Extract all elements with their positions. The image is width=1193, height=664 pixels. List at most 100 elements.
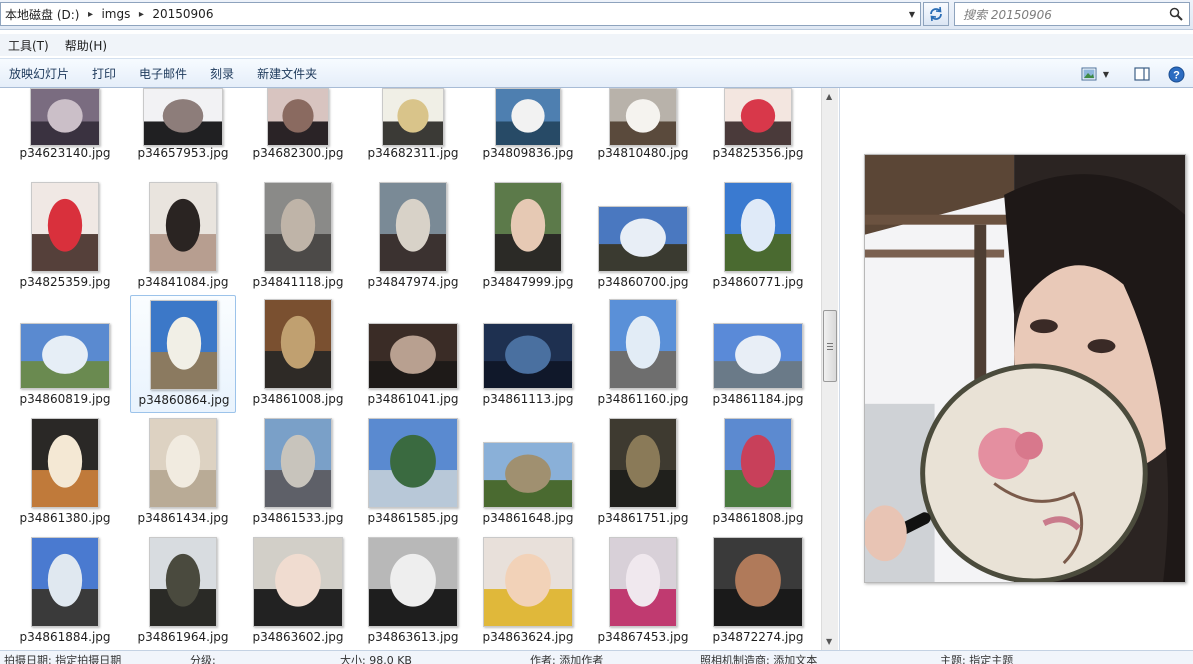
file-tile[interactable]: p34860771.jpg [705, 178, 811, 296]
file-thumbnail[interactable] [253, 537, 343, 627]
breadcrumb-folder[interactable]: 20150906 [152, 7, 213, 21]
file-name: p34623140.jpg [19, 146, 111, 160]
file-tile[interactable]: p34861533.jpg [245, 414, 351, 532]
breadcrumb-arrow-icon[interactable]: ▸ [130, 9, 152, 20]
file-thumbnail[interactable] [713, 537, 803, 627]
file-tile[interactable]: p34861751.jpg [590, 414, 696, 532]
file-name: p34861380.jpg [19, 511, 111, 525]
scroll-up-icon[interactable]: ▲ [826, 92, 832, 101]
file-tile[interactable]: p34863624.jpg [475, 533, 581, 650]
file-thumbnail[interactable] [31, 418, 99, 508]
email-button[interactable]: 电子邮件 [130, 65, 201, 82]
scroll-down-icon[interactable]: ▼ [826, 637, 832, 646]
file-thumbnail[interactable] [483, 442, 573, 508]
file-thumbnail[interactable] [724, 182, 792, 272]
file-thumbnail[interactable] [31, 537, 99, 627]
file-tile[interactable]: p34861160.jpg [590, 295, 696, 413]
search-icon[interactable] [1169, 7, 1183, 21]
file-tile[interactable]: p34861041.jpg [360, 295, 466, 413]
file-tile[interactable]: p34847999.jpg [475, 178, 581, 296]
burn-button[interactable]: 刻录 [201, 65, 248, 82]
file-thumbnail[interactable] [598, 206, 688, 272]
print-button[interactable]: 打印 [83, 65, 130, 82]
file-thumbnail[interactable] [379, 182, 447, 272]
file-tile[interactable]: p34847974.jpg [360, 178, 466, 296]
file-thumbnail[interactable] [264, 418, 332, 508]
file-thumbnail[interactable] [150, 300, 218, 390]
file-thumbnail[interactable] [264, 299, 332, 389]
status-rating[interactable]: 分级: [190, 652, 216, 664]
menu-tools[interactable]: 工具(T) [0, 37, 57, 54]
file-tile[interactable]: p34861808.jpg [705, 414, 811, 532]
scrollbar-thumb[interactable] [823, 310, 837, 382]
file-thumbnail[interactable] [149, 418, 217, 508]
file-thumbnail[interactable] [267, 88, 329, 146]
file-tile[interactable]: p34861380.jpg [12, 414, 118, 532]
file-thumbnail[interactable] [31, 182, 99, 272]
file-tile[interactable]: p34860700.jpg [590, 178, 696, 296]
file-thumbnail[interactable] [368, 418, 458, 508]
refresh-button[interactable] [923, 2, 949, 26]
file-thumbnail[interactable] [494, 182, 562, 272]
file-thumbnail[interactable] [20, 323, 110, 389]
status-author[interactable]: 作者: 添加作者 [530, 652, 603, 664]
search-input[interactable]: 搜索 20150906 [954, 2, 1190, 26]
file-tile[interactable]: p34872274.jpg [705, 533, 811, 650]
file-tile[interactable]: p34861184.jpg [705, 295, 811, 413]
vertical-scrollbar[interactable]: ▲ ▼ [821, 88, 838, 650]
file-tile[interactable]: p34867453.jpg [590, 533, 696, 650]
file-grid[interactable]: p34623140.jpg p34657953.jpg p34682300.jpg p… [0, 88, 822, 650]
svg-text:?: ? [1173, 69, 1180, 81]
file-thumbnail[interactable] [609, 418, 677, 508]
file-tile[interactable]: p34861884.jpg [12, 533, 118, 650]
file-thumbnail[interactable] [149, 182, 217, 272]
file-thumbnail[interactable] [713, 323, 803, 389]
file-thumbnail[interactable] [724, 88, 792, 146]
file-tile[interactable]: p34861113.jpg [475, 295, 581, 413]
status-subject[interactable]: 主题: 指定主题 [940, 652, 1013, 664]
file-tile[interactable]: p34841084.jpg [130, 178, 236, 296]
file-thumbnail[interactable] [30, 88, 100, 146]
file-thumbnail[interactable] [368, 537, 458, 627]
breadcrumb-drive[interactable]: 本地磁盘 (D:) [5, 6, 79, 23]
file-tile[interactable]: p34841118.jpg [245, 178, 351, 296]
file-thumbnail[interactable] [483, 323, 573, 389]
file-thumbnail[interactable] [149, 537, 217, 627]
file-tile[interactable]: p34861585.jpg [360, 414, 466, 532]
file-thumbnail[interactable] [495, 88, 561, 146]
preview-pane-button[interactable] [1125, 59, 1159, 89]
change-view-button[interactable]: ▼ [1075, 59, 1115, 89]
file-tile[interactable]: p34861964.jpg [130, 533, 236, 650]
menu-help[interactable]: 帮助(H) [57, 37, 115, 54]
file-thumbnail[interactable] [264, 182, 332, 272]
file-thumbnail[interactable] [382, 88, 444, 146]
slideshow-button[interactable]: 放映幻灯片 [0, 65, 83, 82]
file-thumbnail[interactable] [609, 88, 677, 146]
breadcrumb-imgs[interactable]: imgs [101, 7, 130, 21]
help-button[interactable]: ? [1159, 59, 1193, 89]
view-icon [1081, 67, 1097, 81]
file-tile[interactable]: p34861434.jpg [130, 414, 236, 532]
file-tile[interactable]: p34863602.jpg [245, 533, 351, 650]
file-name: p34860771.jpg [712, 275, 804, 289]
file-tile[interactable]: p34860864.jpg [130, 295, 236, 413]
file-tile[interactable]: p34863613.jpg [360, 533, 466, 650]
new-folder-button[interactable]: 新建文件夹 [248, 65, 331, 82]
file-thumbnail[interactable] [368, 323, 458, 389]
status-camera[interactable]: 照相机制造商: 添加文本 [700, 652, 817, 664]
file-thumbnail[interactable] [143, 88, 223, 146]
breadcrumb-arrow-icon[interactable]: ▸ [79, 9, 101, 20]
file-thumbnail[interactable] [483, 537, 573, 627]
file-thumbnail[interactable] [609, 299, 677, 389]
file-name: p34860819.jpg [19, 392, 111, 406]
file-tile[interactable]: p34861008.jpg [245, 295, 351, 413]
file-tile[interactable]: p34860819.jpg [12, 295, 118, 413]
status-date-taken[interactable]: 拍摄日期: 指定拍摄日期 [4, 652, 121, 664]
address-bar[interactable]: 本地磁盘 (D:) ▸ imgs ▸ 20150906 ▼ [0, 2, 921, 26]
chevron-down-icon[interactable]: ▼ [904, 3, 920, 25]
file-thumbnail[interactable] [609, 537, 677, 627]
file-tile[interactable]: p34825359.jpg [12, 178, 118, 296]
chevron-down-icon[interactable]: ▼ [1103, 70, 1109, 79]
file-thumbnail[interactable] [724, 418, 792, 508]
file-tile[interactable]: p34861648.jpg [475, 414, 581, 532]
